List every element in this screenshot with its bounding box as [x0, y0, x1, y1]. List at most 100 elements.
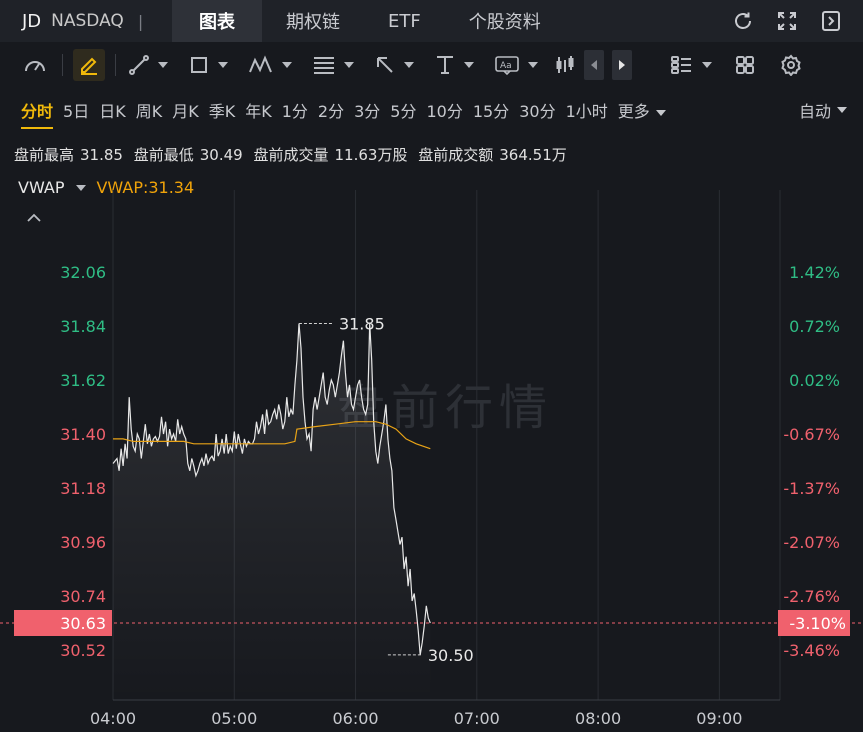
chart-watermark: 盘前行情: [337, 380, 553, 436]
tab-options-chain[interactable]: 期权链: [262, 0, 364, 42]
chevron-down-icon: [837, 107, 847, 113]
premarket-high-label: 盘前最高: [14, 146, 75, 164]
chevron-down-icon: [655, 109, 666, 116]
drawing-toolbar: Aa: [0, 44, 863, 86]
next-arrow-icon[interactable]: [612, 50, 632, 80]
y-tick-label-percent: -2.76%: [783, 587, 840, 606]
layout-list-icon[interactable]: [670, 49, 712, 81]
ticker-header: JD NASDAQ |: [0, 0, 172, 42]
trend-line-icon[interactable]: [128, 49, 168, 81]
current-price-label: 30.63: [60, 614, 106, 633]
chart-axes: 04:00 05:00 06:00 07:00 08:00 09:00 32.06 1.42%…: [60, 263, 840, 728]
premarket-stats: 盘前最高 31.85 盘前最低 30.49 盘前成交量 11.63万股 盘前成交额 36…: [14, 144, 573, 165]
period-30min[interactable]: 30分: [519, 98, 555, 122]
x-tick-label: 05:00: [211, 709, 257, 728]
premarket-low-label: 盘前最低: [133, 146, 194, 164]
draw-pencil-icon[interactable]: [73, 49, 105, 81]
ticker-exchange: NASDAQ: [51, 11, 124, 31]
current-percent-tag: [778, 610, 850, 636]
period-more[interactable]: 更多: [618, 98, 666, 122]
y-tick-label-price: 30.74: [60, 587, 106, 606]
period-yearly[interactable]: 年K: [245, 98, 272, 122]
text-annotation-icon[interactable]: Aa: [494, 49, 538, 81]
period-5d[interactable]: 5日: [63, 98, 89, 122]
y-tick-label-percent: -3.46%: [783, 641, 840, 660]
toolbar-divider: [115, 54, 116, 76]
chevron-down-icon: [76, 184, 87, 191]
premarket-turnover-value: 364.51万: [499, 146, 567, 164]
ticker-separator: |: [137, 11, 144, 31]
settings-icon[interactable]: [780, 49, 802, 81]
auto-scale-button[interactable]: 自动: [799, 98, 847, 122]
fullscreen-icon[interactable]: [765, 0, 809, 42]
period-quarterly[interactable]: 季K: [209, 98, 236, 122]
candlestick-icon[interactable]: [554, 49, 576, 81]
y-tick-label-price: 31.62: [60, 371, 106, 390]
period-10min[interactable]: 10分: [426, 98, 462, 122]
collapse-panel-icon[interactable]: [809, 0, 853, 42]
toolbar-divider: [62, 54, 63, 76]
premarket-high-value: 31.85: [80, 146, 123, 164]
y-tick-label-price: 30.52: [60, 641, 106, 660]
low-marker-label: 30.50: [428, 646, 474, 665]
measure-icon[interactable]: [434, 49, 474, 81]
y-tick-label-price: 31.84: [60, 317, 106, 336]
current-price-tag: [14, 610, 112, 636]
gauge-icon[interactable]: [20, 49, 50, 81]
vwap-line: [113, 421, 431, 450]
period-15min[interactable]: 15分: [473, 98, 509, 122]
grid-icon[interactable]: [734, 49, 756, 81]
x-tick-label: 07:00: [454, 709, 500, 728]
x-tick-label: 09:00: [696, 709, 742, 728]
fibonacci-icon[interactable]: [312, 49, 354, 81]
svg-text:Aa: Aa: [500, 61, 512, 71]
period-1hour[interactable]: 1小时: [566, 98, 608, 122]
y-tick-label-price: 31.40: [60, 425, 106, 444]
premarket-low-value: 30.49: [199, 146, 243, 164]
chart-grid: [112, 190, 781, 701]
period-2min[interactable]: 2分: [318, 98, 344, 122]
price-area: [113, 323, 431, 700]
auto-scale-label: 自动: [798, 102, 831, 121]
chart-marks: 31.85 30.50 30.63 -3.10%: [0, 315, 863, 665]
premarket-volume-value: 11.63万股: [334, 146, 408, 164]
tab-etf[interactable]: ETF: [364, 0, 445, 42]
tab-chart[interactable]: 图表: [172, 0, 262, 42]
x-tick-label: 08:00: [575, 709, 621, 728]
y-tick-label-percent: -1.37%: [783, 479, 840, 498]
vwap-indicator[interactable]: VWAP VWAP:31.34: [18, 178, 194, 197]
period-weekly[interactable]: 周K: [136, 98, 163, 122]
period-more-label: 更多: [617, 102, 650, 121]
period-1min[interactable]: 1分: [282, 98, 308, 122]
period-daily[interactable]: 日K: [99, 98, 126, 122]
x-tick-label: 04:00: [90, 709, 136, 728]
premarket-volume-label: 盘前成交量: [253, 146, 329, 164]
price-line: [112, 323, 431, 655]
y-tick-label-percent: 0.02%: [789, 371, 840, 390]
y-tick-label-price: 30.96: [60, 533, 106, 552]
y-tick-label-percent: -0.67%: [783, 425, 840, 444]
y-tick-label-percent: 0.72%: [789, 317, 840, 336]
arrow-icon[interactable]: [374, 49, 414, 81]
y-tick-label-percent: -2.07%: [783, 533, 840, 552]
tab-company-profile[interactable]: 个股资料: [445, 0, 565, 42]
y-tick-label-percent: 1.42%: [789, 263, 840, 282]
refresh-icon[interactable]: [721, 0, 765, 42]
high-marker-label: 31.85: [339, 315, 385, 334]
chevron-up-icon[interactable]: [24, 208, 44, 228]
period-monthly[interactable]: 月K: [172, 98, 199, 122]
rectangle-icon[interactable]: [188, 49, 228, 81]
period-3min[interactable]: 3分: [354, 98, 380, 122]
period-bar: 分时 5日 日K 周K 月K 季K 年K 1分 2分 3分 5分 10分 15分…: [0, 92, 863, 129]
vwap-value: VWAP:31.34: [96, 178, 195, 197]
pattern-icon[interactable]: [248, 49, 292, 81]
current-percent-label: -3.10%: [789, 614, 846, 633]
period-intraday[interactable]: 分时: [21, 98, 54, 129]
chart-series: [112, 323, 431, 700]
period-5min[interactable]: 5分: [390, 98, 416, 122]
top-icons: [721, 0, 863, 42]
y-tick-label-price: 32.06: [60, 263, 106, 282]
vwap-name: VWAP: [18, 178, 65, 197]
prev-arrow-icon[interactable]: [584, 50, 604, 80]
premarket-turnover-label: 盘前成交额: [418, 146, 494, 164]
